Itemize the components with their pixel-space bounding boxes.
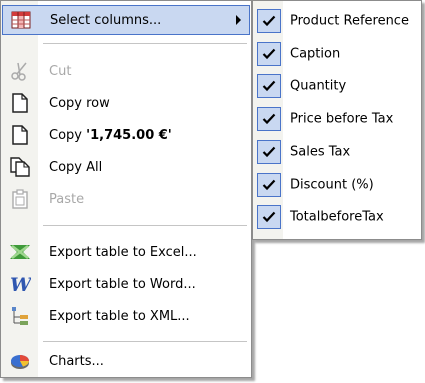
menu-item-label: Copy '1,745.00 €' (49, 128, 172, 143)
menu-item-copy-all[interactable]: Copy All (2, 152, 250, 182)
column-item[interactable]: Product Reference (254, 5, 420, 37)
checkmark-icon (257, 41, 281, 66)
menu-item-copy-value[interactable]: Copy '1,745.00 €' (2, 120, 250, 150)
page-icon (9, 92, 31, 114)
menu-item-label: Cut (49, 63, 72, 79)
menu-item-select-columns[interactable]: Select columns... (2, 5, 250, 35)
menu-item-export-xml[interactable]: Export table to XML... (2, 301, 250, 331)
column-label: Discount (%) (290, 177, 374, 192)
columns-submenu: Product Reference Caption Quantity Price… (252, 0, 422, 240)
menu-item-paste[interactable]: Paste (2, 184, 250, 214)
pages-icon (9, 156, 31, 178)
copy-prefix: Copy (49, 127, 87, 143)
svg-text:W: W (10, 274, 31, 294)
menu-separator (43, 341, 247, 342)
context-menu: Select columns... Cut Copy row Copy '1,7… (0, 0, 252, 378)
checkmark-icon (257, 172, 281, 197)
checkmark-icon (257, 74, 281, 99)
column-item[interactable]: Caption (254, 38, 420, 70)
column-label: TotalbeforeTax (290, 209, 384, 225)
menu-item-label: Charts... (49, 353, 104, 369)
clipboard-icon (9, 188, 31, 210)
column-label: Sales Tax (290, 144, 351, 160)
menu-item-export-word[interactable]: W Export table to Word... (2, 269, 250, 299)
menu-item-export-excel[interactable]: Export table to Excel... (2, 237, 250, 267)
column-label: Caption (290, 46, 341, 62)
xml-icon (9, 305, 31, 327)
submenu-arrow-icon (236, 15, 241, 25)
menu-item-label: Export table to Excel... (49, 244, 197, 260)
page-icon (9, 124, 31, 146)
menu-item-label: Select columns... (50, 12, 162, 28)
word-icon: W (9, 273, 31, 295)
checkmark-icon (257, 9, 281, 33)
column-item[interactable]: Discount (%) (254, 169, 420, 201)
menu-separator (43, 43, 247, 44)
column-item[interactable]: TotalbeforeTax (254, 201, 420, 233)
column-label: Quantity (290, 78, 347, 94)
column-item[interactable]: Price before Tax (254, 103, 420, 135)
checkmark-icon (257, 107, 281, 132)
menu-item-label: Export table to Word... (49, 276, 196, 292)
copy-value: '1,745.00 €' (86, 127, 172, 143)
column-label: Product Reference (290, 13, 409, 29)
menu-item-copy-row[interactable]: Copy row (2, 88, 250, 118)
checkmark-icon (257, 205, 281, 230)
pie-chart-icon (9, 350, 31, 372)
scissors-icon (9, 60, 31, 82)
menu-item-charts[interactable]: Charts... (2, 346, 250, 376)
column-item[interactable]: Sales Tax (254, 136, 420, 168)
excel-icon (9, 241, 31, 263)
menu-item-label: Copy row (49, 95, 110, 111)
menu-item-label: Export table to XML... (49, 308, 190, 324)
menu-separator (43, 225, 247, 226)
checkmark-icon (257, 139, 281, 164)
menu-item-label: Paste (49, 191, 85, 207)
menu-item-cut[interactable]: Cut (2, 56, 250, 86)
column-label: Price before Tax (290, 111, 394, 127)
menu-item-label: Copy All (49, 159, 103, 175)
column-item[interactable]: Quantity (254, 70, 420, 102)
columns-icon (10, 9, 32, 31)
